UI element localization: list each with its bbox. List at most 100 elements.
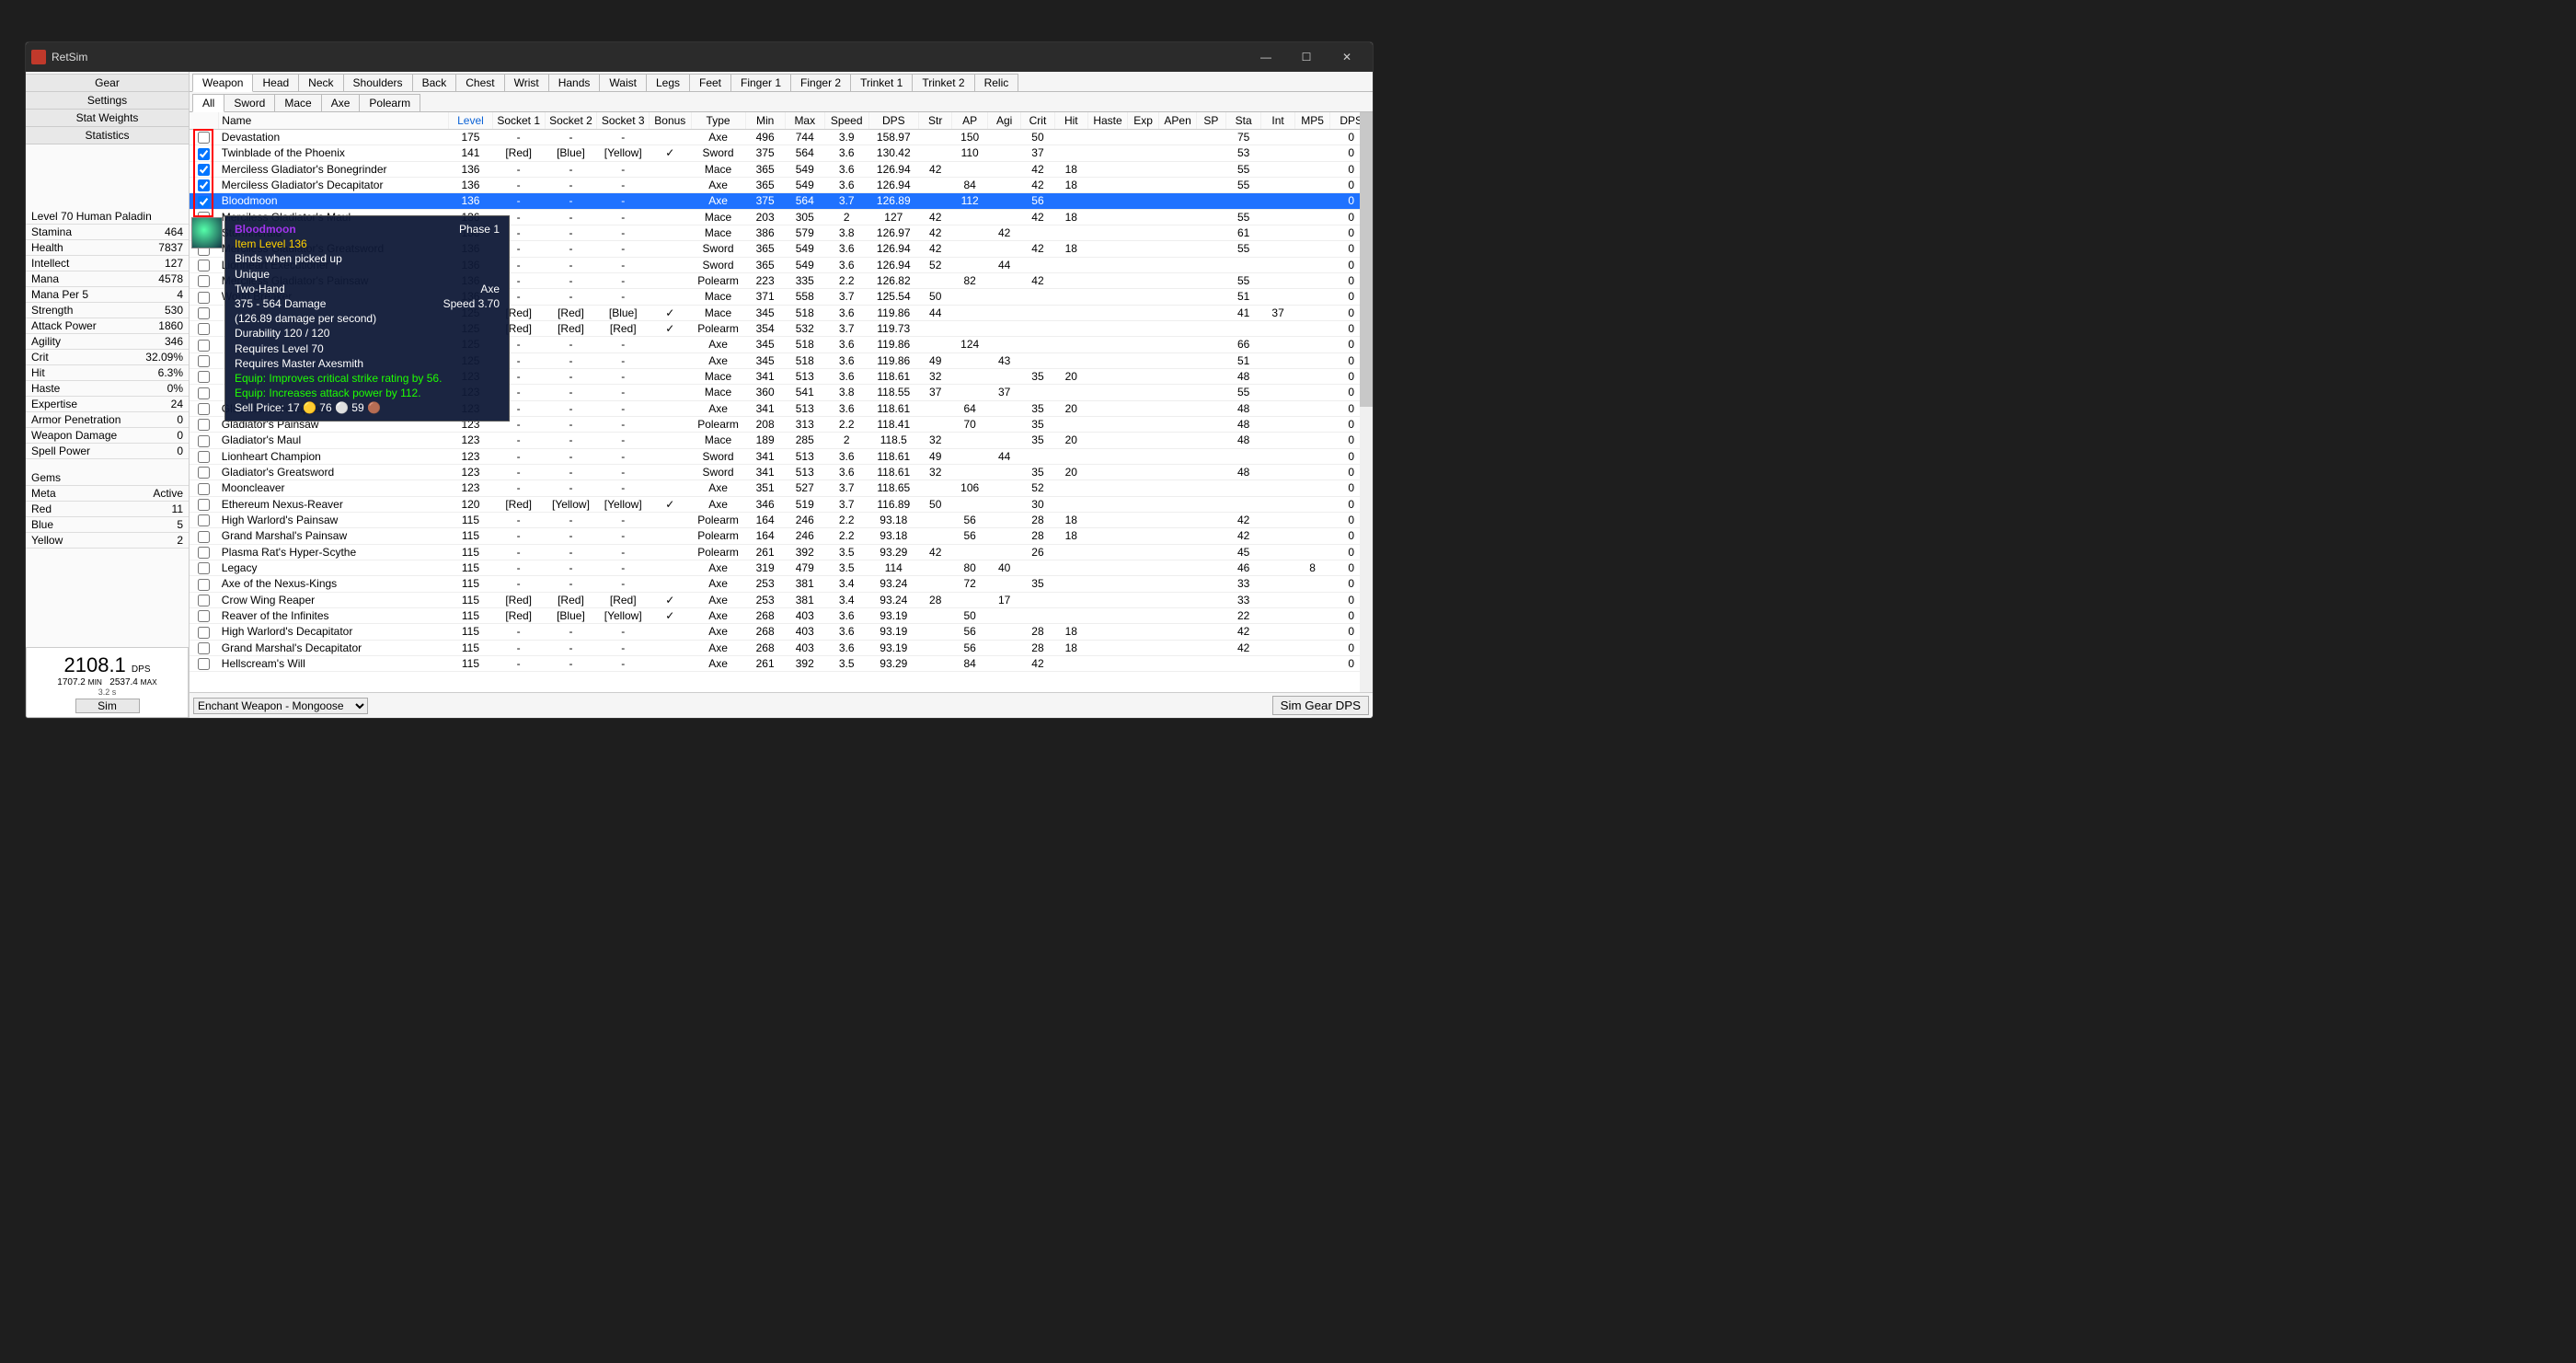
subtab-polearm[interactable]: Polearm	[359, 94, 420, 111]
col-int[interactable]: Int	[1261, 112, 1294, 130]
compare-checkbox[interactable]	[198, 435, 210, 447]
sim-gear-button[interactable]: Sim Gear DPS	[1272, 696, 1369, 715]
tab-head[interactable]: Head	[252, 74, 299, 91]
col-sp[interactable]: SP	[1197, 112, 1226, 130]
col-bonus[interactable]: Bonus	[650, 112, 691, 130]
compare-checkbox[interactable]	[198, 531, 210, 543]
compare-checkbox[interactable]	[198, 514, 210, 526]
tab-finger-2[interactable]: Finger 2	[790, 74, 851, 91]
col-dps[interactable]: DPS	[868, 112, 919, 130]
col-min[interactable]: Min	[745, 112, 785, 130]
col-agi[interactable]: Agi	[987, 112, 1020, 130]
compare-checkbox[interactable]	[198, 387, 210, 399]
tab-legs[interactable]: Legs	[646, 74, 690, 91]
compare-checkbox[interactable]	[198, 579, 210, 591]
compare-checkbox[interactable]	[198, 547, 210, 559]
table-row[interactable]: Bloodmoon136---Axe3755643.7126.89112560	[190, 193, 1373, 209]
subtab-mace[interactable]: Mace	[274, 94, 321, 111]
nav-settings[interactable]: Settings	[26, 92, 189, 110]
table-row[interactable]: Gladiator's Maul123---Mace1892852118.532…	[190, 433, 1373, 448]
compare-checkbox[interactable]	[198, 260, 210, 271]
table-row[interactable]: Grand Marshal's Decapitator115---Axe2684…	[190, 640, 1373, 655]
compare-checkbox[interactable]	[198, 483, 210, 495]
nav-stat-weights[interactable]: Stat Weights	[26, 110, 189, 127]
col-exp[interactable]: Exp	[1128, 112, 1159, 130]
compare-checkbox[interactable]	[198, 148, 210, 160]
tab-weapon[interactable]: Weapon	[192, 74, 253, 92]
table-row[interactable]: Axe of the Nexus-Kings115---Axe2533813.4…	[190, 576, 1373, 592]
col-checkbox[interactable]	[190, 112, 219, 130]
tab-neck[interactable]: Neck	[298, 74, 343, 91]
nav-statistics[interactable]: Statistics	[26, 127, 189, 144]
compare-checkbox[interactable]	[198, 371, 210, 383]
compare-checkbox[interactable]	[198, 355, 210, 367]
col-hit[interactable]: Hit	[1054, 112, 1087, 130]
table-row[interactable]: High Warlord's Painsaw115---Polearm16424…	[190, 512, 1373, 527]
compare-checkbox[interactable]	[198, 467, 210, 479]
col-crit[interactable]: Crit	[1021, 112, 1054, 130]
table-row[interactable]: Reaver of the Infinites115[Red][Blue][Ye…	[190, 607, 1373, 623]
sim-button[interactable]: Sim	[75, 699, 140, 713]
compare-checkbox[interactable]	[198, 642, 210, 654]
compare-checkbox[interactable]	[198, 499, 210, 511]
table-row[interactable]: Merciless Gladiator's Bonegrinder136---M…	[190, 161, 1373, 177]
col-name[interactable]: Name	[219, 112, 449, 130]
tab-finger-1[interactable]: Finger 1	[730, 74, 791, 91]
table-row[interactable]: Ethereum Nexus-Reaver120[Red][Yellow][Ye…	[190, 496, 1373, 512]
tab-trinket-2[interactable]: Trinket 2	[912, 74, 974, 91]
table-row[interactable]: Grand Marshal's Painsaw115---Polearm1642…	[190, 528, 1373, 544]
compare-checkbox[interactable]	[198, 196, 210, 208]
tab-wrist[interactable]: Wrist	[504, 74, 549, 91]
col-type[interactable]: Type	[691, 112, 745, 130]
col-apen[interactable]: APen	[1159, 112, 1197, 130]
compare-checkbox[interactable]	[198, 419, 210, 431]
compare-checkbox[interactable]	[198, 132, 210, 144]
col-mp5[interactable]: MP5	[1294, 112, 1330, 130]
maximize-button[interactable]: ☐	[1286, 42, 1327, 72]
col-ap[interactable]: AP	[952, 112, 988, 130]
compare-checkbox[interactable]	[198, 451, 210, 463]
scrollbar[interactable]	[1360, 112, 1373, 692]
compare-checkbox[interactable]	[198, 275, 210, 287]
col-sta[interactable]: Sta	[1225, 112, 1261, 130]
subtab-axe[interactable]: Axe	[321, 94, 361, 111]
tab-hands[interactable]: Hands	[548, 74, 601, 91]
col-str[interactable]: Str	[919, 112, 952, 130]
tab-back[interactable]: Back	[412, 74, 457, 91]
table-row[interactable]: Twinblade of the Phoenix141[Red][Blue][Y…	[190, 145, 1373, 161]
col-socket-1[interactable]: Socket 1	[492, 112, 545, 130]
table-row[interactable]: Devastation175---Axe4967443.9158.9715050…	[190, 130, 1373, 145]
compare-checkbox[interactable]	[198, 562, 210, 574]
tab-trinket-1[interactable]: Trinket 1	[850, 74, 913, 91]
col-socket-2[interactable]: Socket 2	[545, 112, 597, 130]
subtab-all[interactable]: All	[192, 94, 224, 112]
col-haste[interactable]: Haste	[1087, 112, 1127, 130]
tab-relic[interactable]: Relic	[974, 74, 1019, 91]
table-row[interactable]: Legacy115---Axe3194793.511480404680	[190, 560, 1373, 575]
col-speed[interactable]: Speed	[824, 112, 868, 130]
compare-checkbox[interactable]	[198, 658, 210, 670]
col-max[interactable]: Max	[785, 112, 824, 130]
compare-checkbox[interactable]	[198, 340, 210, 352]
minimize-button[interactable]: —	[1246, 42, 1286, 72]
compare-checkbox[interactable]	[198, 307, 210, 319]
table-row[interactable]: Plasma Rat's Hyper-Scythe115---Polearm26…	[190, 544, 1373, 560]
tab-chest[interactable]: Chest	[455, 74, 504, 91]
table-row[interactable]: High Warlord's Decapitator115---Axe26840…	[190, 624, 1373, 640]
col-socket-3[interactable]: Socket 3	[597, 112, 650, 130]
tab-feet[interactable]: Feet	[689, 74, 731, 91]
table-row[interactable]: Lionheart Champion123---Sword3415133.611…	[190, 448, 1373, 464]
table-row[interactable]: Gladiator's Greatsword123---Sword3415133…	[190, 464, 1373, 479]
compare-checkbox[interactable]	[198, 595, 210, 606]
compare-checkbox[interactable]	[198, 323, 210, 335]
compare-checkbox[interactable]	[198, 610, 210, 622]
col-level[interactable]: Level	[449, 112, 493, 130]
scrollbar-thumb[interactable]	[1360, 112, 1373, 407]
compare-checkbox[interactable]	[198, 403, 210, 415]
tab-waist[interactable]: Waist	[599, 74, 647, 91]
subtab-sword[interactable]: Sword	[224, 94, 275, 111]
table-row[interactable]: Merciless Gladiator's Decapitator136---A…	[190, 177, 1373, 192]
compare-checkbox[interactable]	[198, 179, 210, 191]
titlebar[interactable]: RetSim — ☐ ✕	[26, 42, 1373, 72]
table-row[interactable]: Crow Wing Reaper115[Red][Red][Red]✓Axe25…	[190, 592, 1373, 607]
